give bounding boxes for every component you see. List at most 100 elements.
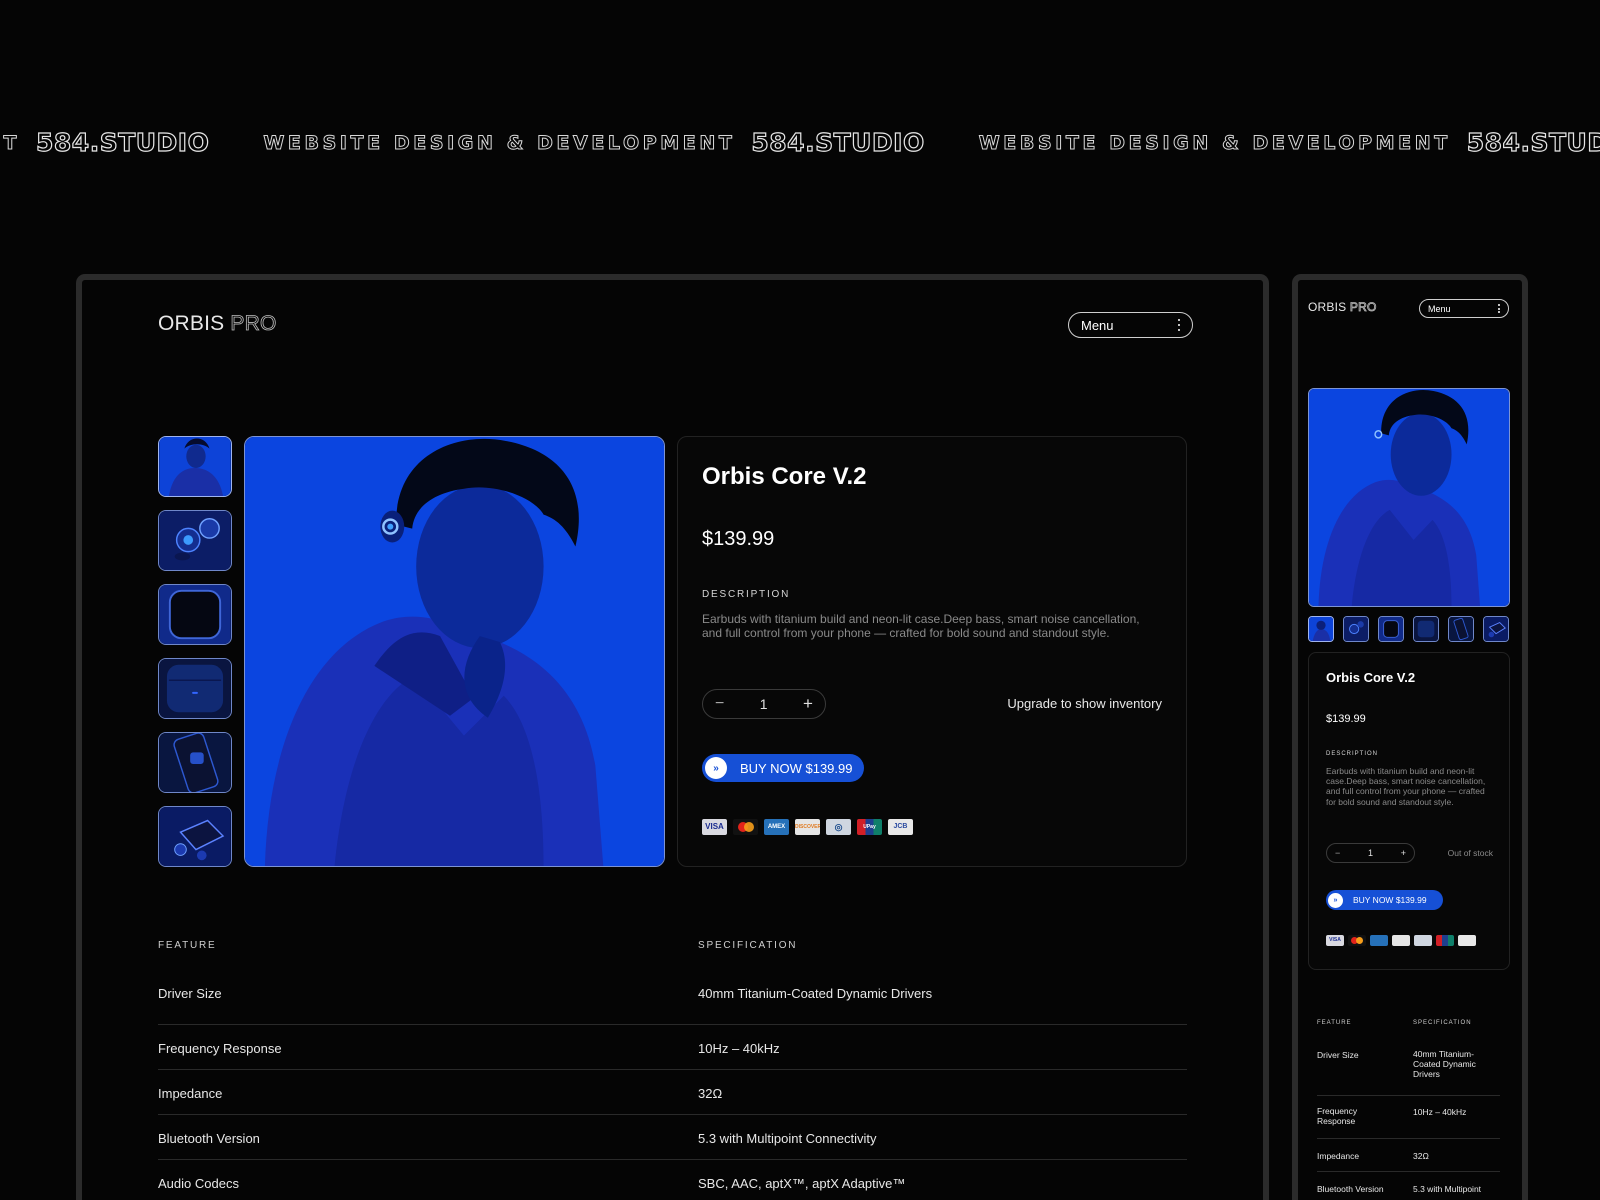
quantity-stepper: − 1 + bbox=[702, 689, 826, 719]
increase-quantity-button[interactable]: + bbox=[1401, 848, 1406, 858]
marquee-track: WEBSITE DESIGN & DEVELOPMENT 584.STUDIO … bbox=[0, 128, 1600, 158]
feature-column-header: FEATURE bbox=[1317, 1020, 1352, 1026]
gallery-thumb-case-open[interactable] bbox=[1483, 616, 1509, 642]
buy-now-button[interactable]: » BUY NOW $139.99 bbox=[702, 754, 864, 782]
decrease-quantity-button[interactable]: − bbox=[715, 695, 724, 713]
menu-label: Menu bbox=[1428, 303, 1451, 314]
gallery-thumb-portrait[interactable] bbox=[158, 436, 232, 497]
increase-quantity-button[interactable]: + bbox=[803, 694, 813, 714]
spec-cell: 32Ω bbox=[698, 1086, 723, 1101]
marquee-tagline: WEBSITE DESIGN & DEVELOPMENT bbox=[263, 131, 736, 154]
amex-icon bbox=[1370, 935, 1388, 946]
gallery-thumb-case-front[interactable] bbox=[158, 584, 232, 645]
feature-cell: Driver Size bbox=[1317, 1050, 1359, 1060]
decrease-quantity-button[interactable]: − bbox=[1335, 848, 1340, 858]
model-portrait-image bbox=[245, 437, 664, 866]
product-title: Orbis Core V.2 bbox=[702, 463, 867, 490]
unionpay-icon bbox=[1436, 935, 1454, 946]
discover-icon: DISCOVER bbox=[795, 819, 820, 835]
menu-button[interactable]: Menu bbox=[1068, 312, 1193, 338]
amex-icon: AMEX bbox=[764, 819, 789, 835]
product-description: Earbuds with titanium build and neon-lit… bbox=[1326, 766, 1486, 807]
mastercard-icon bbox=[1348, 935, 1366, 946]
inventory-status[interactable]: Out of stock bbox=[1448, 848, 1493, 858]
gallery-thumb-app[interactable] bbox=[158, 732, 232, 793]
feature-cell: Driver Size bbox=[158, 986, 222, 1001]
kebab-icon bbox=[1177, 318, 1180, 332]
portrait-thumb-image bbox=[159, 437, 231, 496]
spec-cell: 10Hz – 40kHz bbox=[698, 1041, 780, 1056]
visa-icon: VISA bbox=[702, 819, 727, 835]
table-row: Driver Size 40mm Titanium-Coated Dynamic… bbox=[1317, 1049, 1500, 1096]
table-row: Impedance 32Ω bbox=[158, 1070, 1187, 1115]
model-portrait-image bbox=[1309, 389, 1509, 606]
gallery-thumb-earbuds[interactable] bbox=[158, 510, 232, 571]
visa-icon: VISA bbox=[1326, 935, 1344, 946]
table-row: Frequency Response 10Hz – 40kHz bbox=[158, 1025, 1187, 1070]
spec-cell: 5.3 with Multipoint bbox=[1413, 1184, 1482, 1194]
quantity-stepper: − 1 + bbox=[1326, 843, 1415, 863]
fast-forward-icon: » bbox=[1328, 892, 1343, 908]
feature-cell: Frequency Response bbox=[1317, 1106, 1358, 1126]
brand-name: ORBIS bbox=[1308, 300, 1347, 314]
inventory-status[interactable]: Upgrade to show inventory bbox=[1007, 696, 1162, 711]
quantity-value[interactable]: 1 bbox=[1368, 848, 1373, 858]
spec-cell: 10Hz – 40kHz bbox=[1413, 1107, 1467, 1117]
jcb-icon: JCB bbox=[888, 819, 913, 835]
feature-cell: Impedance bbox=[158, 1086, 223, 1101]
table-row: Driver Size 40mm Titanium-Coated Dynamic… bbox=[158, 980, 1187, 1025]
unionpay-icon: UPay bbox=[857, 819, 882, 835]
kebab-icon bbox=[1498, 304, 1500, 313]
brand-logo[interactable]: ORBIS PRO bbox=[1308, 300, 1377, 315]
feature-cell: Impedance bbox=[1317, 1151, 1360, 1161]
buy-now-label: BUY NOW $139.99 bbox=[740, 760, 853, 776]
menu-button[interactable]: Menu bbox=[1419, 299, 1509, 318]
feature-cell: Frequency Response bbox=[158, 1041, 282, 1056]
mobile-preview-frame: ORBIS PRO Menu Orbis Core V.2 $139.99 DE… bbox=[1292, 274, 1528, 1200]
description-label: DESCRIPTION bbox=[1326, 751, 1379, 757]
spec-cell: 40mm Titanium-Coated Dynamic Drivers bbox=[698, 986, 933, 1001]
brand-suffix: PRO bbox=[1349, 300, 1377, 315]
feature-cell: Audio Codecs bbox=[158, 1176, 239, 1191]
case-closed-thumb-image bbox=[159, 659, 231, 718]
case-closed-thumb-image bbox=[1414, 617, 1438, 641]
marquee-item: WEBSITE DESIGN & DEVELOPMENT 584.STUDIO bbox=[263, 128, 925, 158]
description-label: DESCRIPTION bbox=[702, 589, 791, 600]
table-row: Bluetooth Version 5.3 with Multipoint Co… bbox=[158, 1115, 1187, 1160]
spec-cell: 32Ω bbox=[1413, 1151, 1429, 1161]
jcb-icon bbox=[1458, 935, 1476, 946]
app-thumb-image bbox=[1449, 617, 1473, 641]
menu-label: Menu bbox=[1081, 317, 1114, 333]
gallery-thumb-earbuds[interactable] bbox=[1343, 616, 1369, 642]
feature-cell: Bluetooth Version bbox=[1317, 1184, 1384, 1194]
case-open-thumb-image bbox=[1484, 617, 1508, 641]
product-description: Earbuds with titanium build and neon-lit… bbox=[702, 612, 1140, 641]
desktop-preview-frame: ORBIS PRO Menu Orbis Core V.2 $139.99 DE… bbox=[76, 274, 1269, 1200]
fast-forward-icon: » bbox=[705, 757, 727, 779]
specification-column-header: SPECIFICATION bbox=[698, 940, 798, 951]
spec-cell: 40mm Titanium-Coated Dynamic Drivers bbox=[1413, 1049, 1476, 1079]
gallery-thumb-portrait[interactable] bbox=[1308, 616, 1334, 642]
brand-logo[interactable]: ORBIS PRO bbox=[158, 312, 277, 336]
spec-cell: 5.3 with Multipoint Connectivity bbox=[698, 1131, 877, 1146]
marquee-banner: WEBSITE DESIGN & DEVELOPMENT 584.STUDIO … bbox=[0, 128, 1600, 168]
feature-column-header: FEATURE bbox=[158, 940, 217, 951]
gallery-thumb-app[interactable] bbox=[1448, 616, 1474, 642]
gallery-thumb-case-front[interactable] bbox=[1378, 616, 1404, 642]
gallery-thumb-case-closed[interactable] bbox=[158, 658, 232, 719]
feature-cell: Bluetooth Version bbox=[158, 1131, 260, 1146]
table-row: Audio Codecs SBC, AAC, aptX™, aptX Adapt… bbox=[158, 1160, 1187, 1200]
product-info-card: Orbis Core V.2 $139.99 DESCRIPTION Earbu… bbox=[1308, 652, 1510, 970]
case-front-thumb-image bbox=[1379, 617, 1403, 641]
gallery-thumb-case-closed[interactable] bbox=[1413, 616, 1439, 642]
buy-now-button[interactable]: » BUY NOW $139.99 bbox=[1326, 890, 1443, 910]
marquee-tagline: WEBSITE DESIGN & DEVELOPMENT bbox=[0, 131, 21, 154]
marquee-item: WEBSITE DESIGN & DEVELOPMENT 584.STUDIO bbox=[0, 128, 209, 158]
specification-column-header: SPECIFICATION bbox=[1413, 1020, 1472, 1026]
gallery-thumb-case-open[interactable] bbox=[158, 806, 232, 867]
marquee-item: WEBSITE DESIGN & DEVELOPMENT 584.STUDIO bbox=[978, 128, 1600, 158]
diners-icon: ◎ bbox=[826, 819, 851, 835]
quantity-value[interactable]: 1 bbox=[760, 696, 768, 712]
brand-suffix: PRO bbox=[230, 312, 277, 336]
diners-icon bbox=[1414, 935, 1432, 946]
